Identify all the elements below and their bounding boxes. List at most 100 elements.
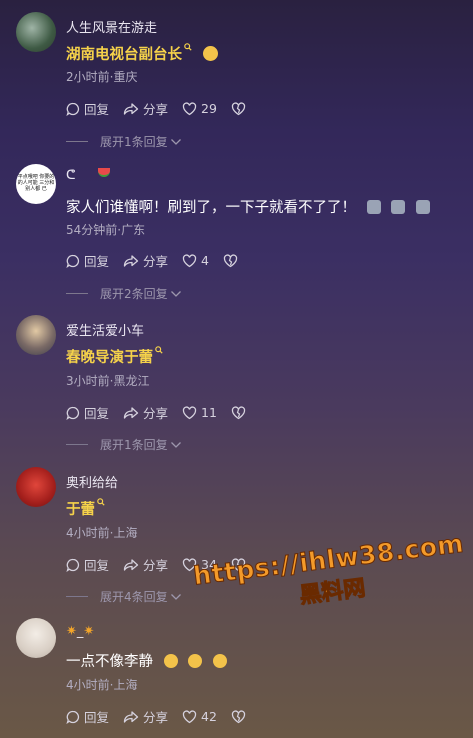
like-count: 42 xyxy=(201,709,217,724)
expand-replies[interactable]: 展开4条回复 xyxy=(66,588,182,605)
expand-label: 展开1条回复 xyxy=(100,135,168,149)
chevron-down-icon xyxy=(170,138,181,145)
reply-label: 回复 xyxy=(84,406,110,421)
reply-button[interactable]: 回复 xyxy=(66,251,109,270)
reply-button[interactable]: 回复 xyxy=(66,99,109,118)
cat-emoji-icon xyxy=(366,200,381,214)
like-button[interactable]: 42 xyxy=(182,709,217,724)
chevron-down-icon xyxy=(170,441,181,448)
reply-label: 回复 xyxy=(84,254,110,269)
cat-emoji-icon xyxy=(391,200,406,214)
broken-heart-icon xyxy=(231,101,246,115)
comment-content: 家人们谁懂啊！刷到了，一下子就看不了了！ xyxy=(66,196,430,217)
share-button[interactable]: 分享 xyxy=(123,555,168,574)
sun-icon: ✷ xyxy=(66,624,77,639)
share-label: 分享 xyxy=(143,254,169,269)
share-icon xyxy=(123,254,139,267)
share-icon xyxy=(123,558,139,571)
like-count: 4 xyxy=(201,253,209,268)
share-icon xyxy=(123,102,139,115)
search-link[interactable]: 于蕾 xyxy=(66,502,95,518)
comment-content: 一点不像李静 xyxy=(66,650,227,671)
comment-username[interactable]: ᕦ xyxy=(66,168,110,183)
comment-time-location: 4小时前·上海 xyxy=(66,526,138,540)
comment-actions: 回复 分享 29 xyxy=(66,99,264,118)
expand-replies[interactable]: 展开1条回复 xyxy=(66,436,182,453)
like-count: 11 xyxy=(201,405,217,420)
comment-content: 于蕾 xyxy=(66,498,105,519)
comment-username[interactable]: 人生风景在游走 xyxy=(66,17,157,36)
search-icon xyxy=(184,43,192,51)
sun-icon: ✷ xyxy=(83,624,95,639)
share-button[interactable]: 分享 xyxy=(123,403,168,422)
share-icon xyxy=(123,406,139,419)
expand-replies[interactable]: 展开2条回复 xyxy=(66,285,182,302)
dislike-button[interactable] xyxy=(231,101,250,116)
expand-label: 展开1条回复 xyxy=(100,438,168,452)
reply-icon xyxy=(66,558,80,572)
comment-content: 湖南电视台副台长 xyxy=(66,43,218,64)
expand-replies[interactable]: 展开1条回复 xyxy=(66,133,182,150)
laughing-emoji-icon xyxy=(163,654,178,668)
expand-label: 展开4条回复 xyxy=(100,590,168,604)
broken-heart-icon xyxy=(231,405,246,419)
divider xyxy=(66,444,88,445)
like-count: 29 xyxy=(201,101,217,116)
avatar[interactable] xyxy=(16,618,56,658)
share-icon xyxy=(123,710,139,723)
share-button[interactable]: 分享 xyxy=(123,99,168,118)
comment-time-location: 2小时前·重庆 xyxy=(66,70,138,84)
watermark: https://ihlw38.com 黑料网 xyxy=(185,528,473,623)
avatar-text: 平点哦吧 你要的的人可能 三分和别人都 已 xyxy=(17,174,55,192)
avatar[interactable]: 平点哦吧 你要的的人可能 三分和别人都 已 xyxy=(16,164,56,204)
share-button[interactable]: 分享 xyxy=(123,707,168,726)
chevron-down-icon xyxy=(170,593,181,600)
avatar[interactable] xyxy=(16,467,56,507)
heart-icon xyxy=(182,405,197,419)
divider xyxy=(66,141,88,142)
search-link[interactable]: 春晚导演于蕾 xyxy=(66,350,153,366)
dislike-button[interactable] xyxy=(231,405,250,420)
avatar[interactable] xyxy=(16,12,56,52)
reply-label: 回复 xyxy=(84,710,110,725)
expand-label: 展开2条回复 xyxy=(100,287,168,301)
comment-time-location: 3小时前·黑龙江 xyxy=(66,374,150,388)
search-icon xyxy=(97,498,105,506)
like-button[interactable]: 29 xyxy=(182,101,217,116)
reply-label: 回复 xyxy=(84,102,110,117)
comment-username[interactable]: 奥利给给 xyxy=(66,472,118,491)
dislike-button[interactable] xyxy=(231,709,250,724)
divider xyxy=(66,293,88,294)
comment-username[interactable]: ✷_✷ xyxy=(66,624,94,639)
heart-icon xyxy=(182,253,197,267)
emoji-icon xyxy=(202,46,218,61)
reply-icon xyxy=(66,102,80,116)
laughing-emoji-icon xyxy=(212,654,227,668)
reply-button[interactable]: 回复 xyxy=(66,707,109,726)
search-icon xyxy=(155,346,163,354)
share-label: 分享 xyxy=(143,406,169,421)
share-label: 分享 xyxy=(143,558,169,573)
reply-button[interactable]: 回复 xyxy=(66,555,109,574)
comment-time-location: 54分钟前·广东 xyxy=(66,223,146,237)
reply-icon xyxy=(66,254,80,268)
cat-emoji-icon xyxy=(415,200,430,214)
broken-heart-icon xyxy=(223,253,238,267)
share-button[interactable]: 分享 xyxy=(123,251,168,270)
reply-button[interactable]: 回复 xyxy=(66,403,109,422)
search-link[interactable]: 湖南电视台副台长 xyxy=(66,47,182,63)
like-button[interactable]: 4 xyxy=(182,253,209,268)
avatar[interactable] xyxy=(16,315,56,355)
share-label: 分享 xyxy=(143,710,169,725)
dislike-button[interactable] xyxy=(223,253,242,268)
comment-actions: 回复 分享 42 xyxy=(66,707,264,726)
heart-icon xyxy=(182,101,197,115)
reply-label: 回复 xyxy=(84,558,110,573)
comment-time-location: 4小时前·上海 xyxy=(66,678,138,692)
reply-icon xyxy=(66,406,80,420)
like-button[interactable]: 11 xyxy=(182,405,217,420)
watermelon-icon xyxy=(97,168,110,177)
reply-icon xyxy=(66,710,80,724)
heart-icon xyxy=(182,709,197,723)
comment-username[interactable]: 爱生活爱小车 xyxy=(66,320,144,339)
